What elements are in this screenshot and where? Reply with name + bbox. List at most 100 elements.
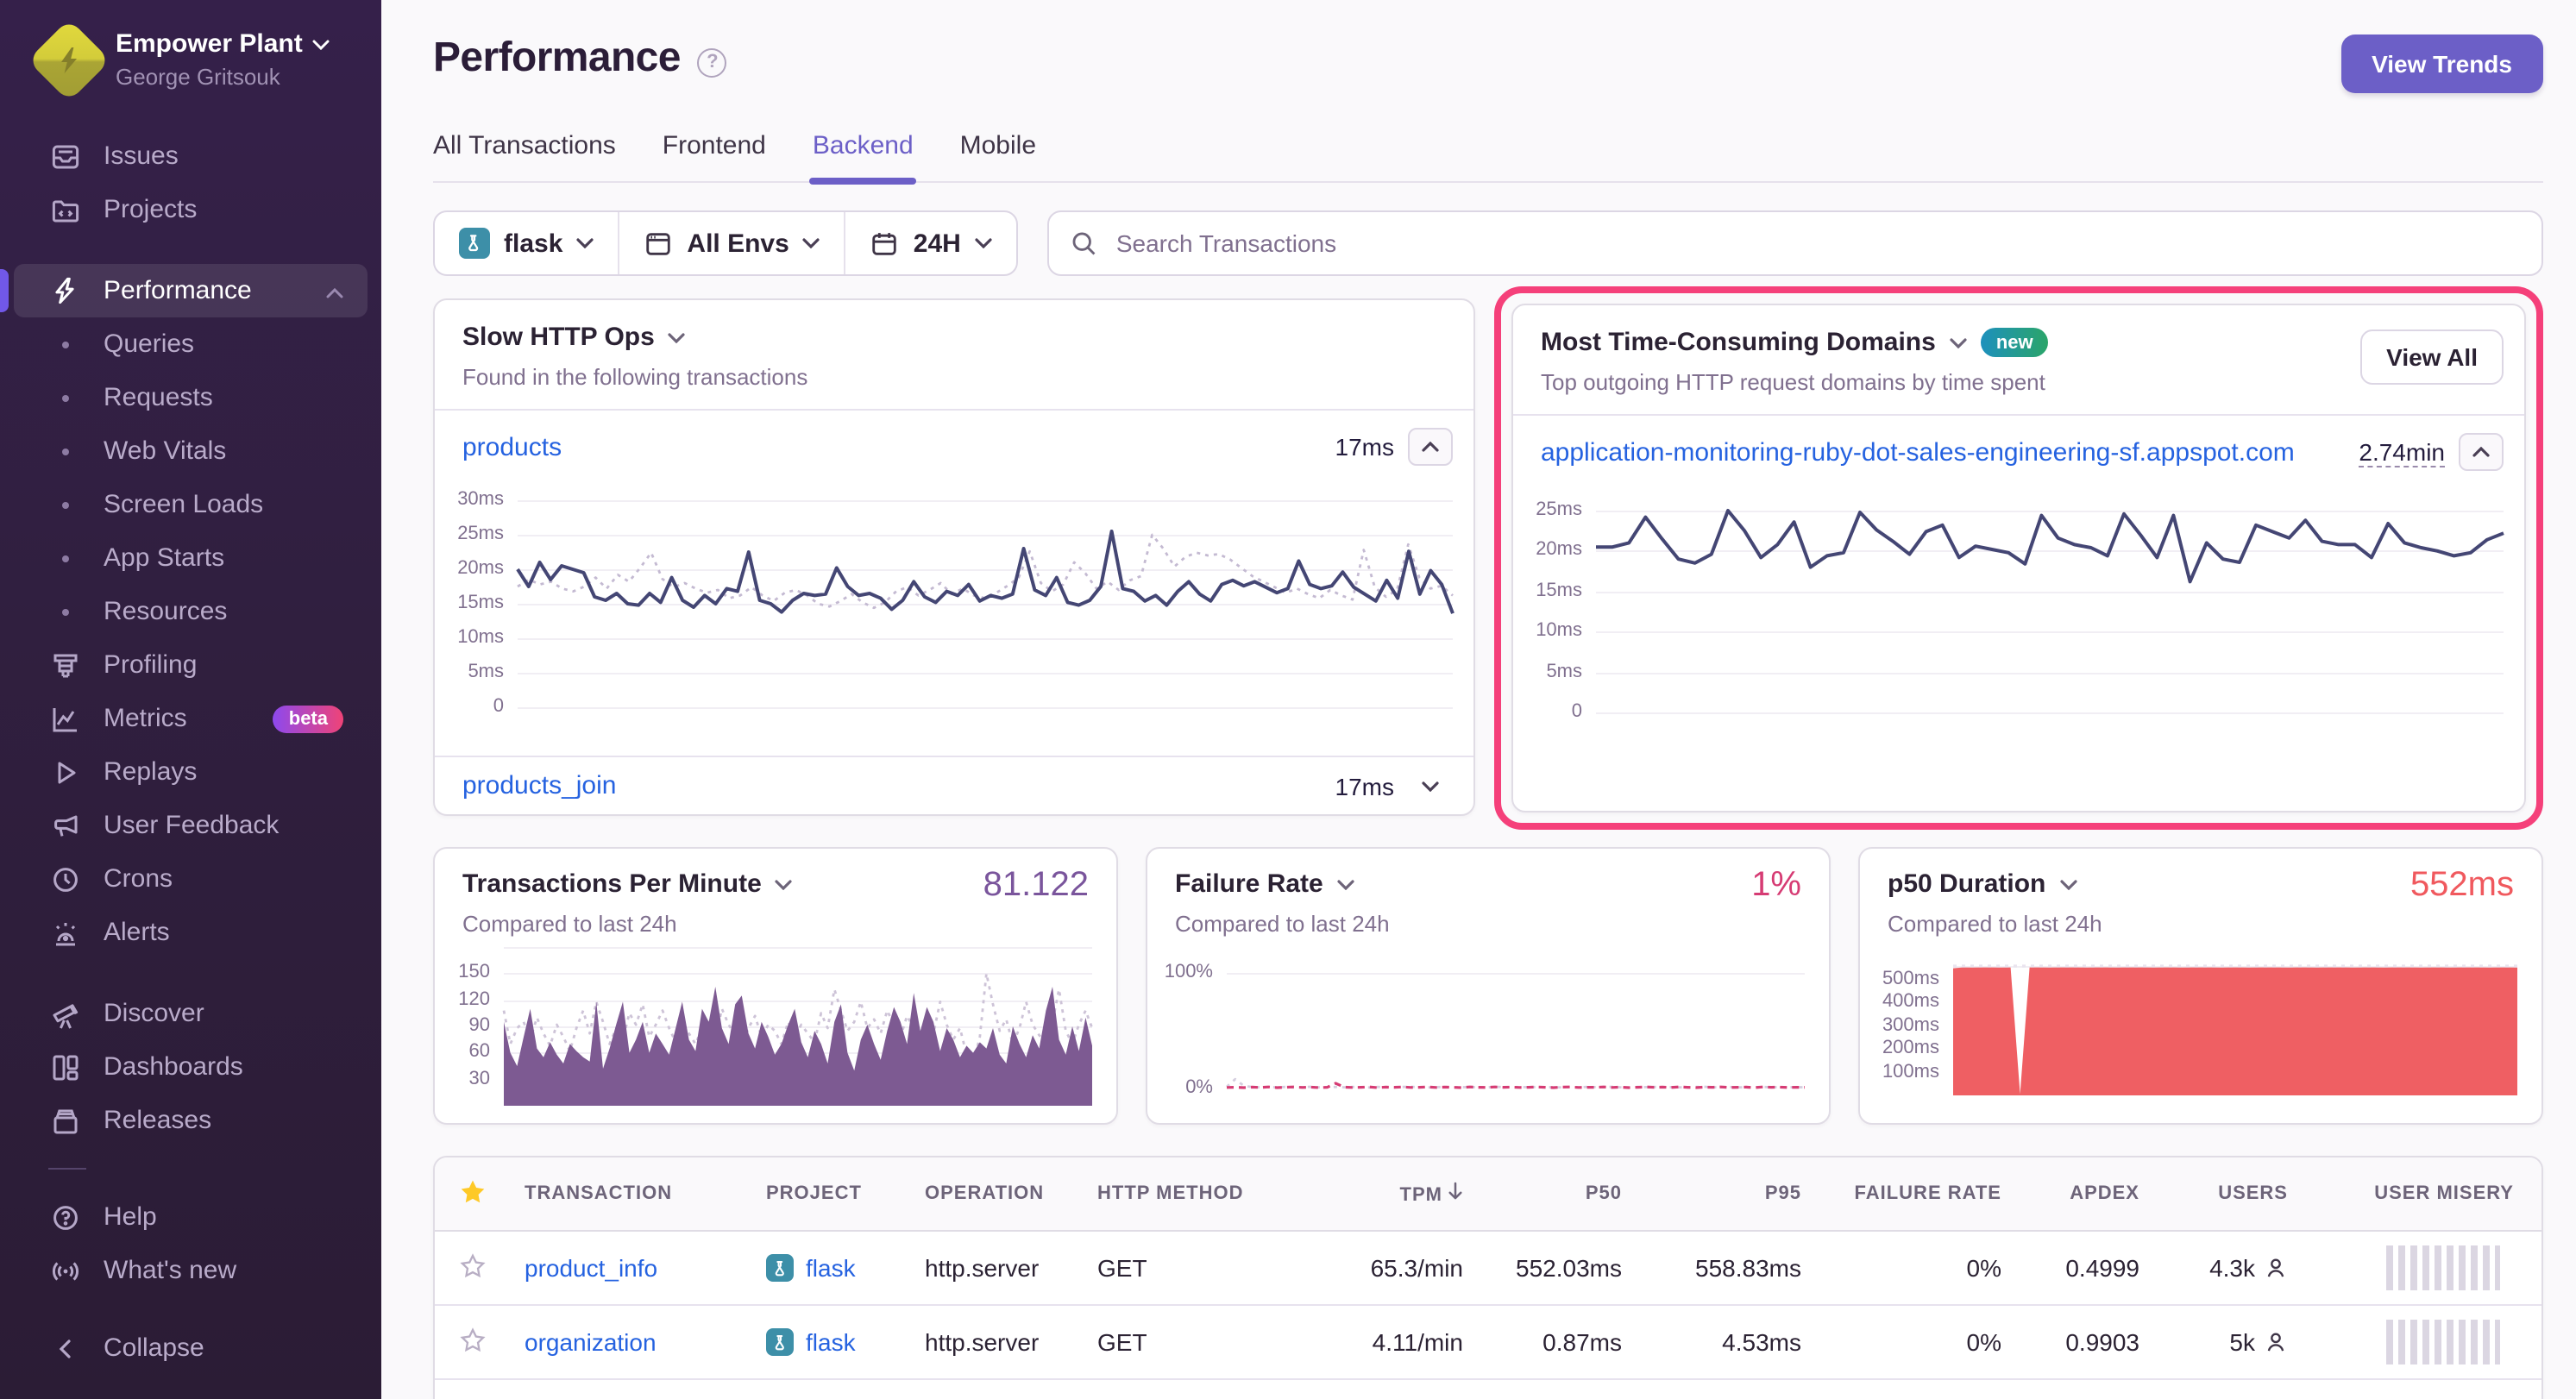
slow-http-ops-widget: Slow HTTP Ops Found in the following tra… (433, 298, 1475, 816)
col-failure-rate[interactable]: FAILURE RATE (1815, 1183, 2015, 1204)
tab-mobile[interactable]: Mobile (960, 131, 1036, 181)
col-users[interactable]: USERS (2153, 1183, 2302, 1204)
sidebar-item-label: Replays (104, 757, 197, 787)
sidebar-item-screen-loads[interactable]: Screen Loads (14, 478, 368, 531)
sidebar-item-discover[interactable]: Discover (14, 987, 368, 1040)
failure-rate-title-dropdown[interactable]: Failure Rate (1175, 869, 1801, 899)
user-icon (2264, 1330, 2288, 1354)
widget-title: Transactions Per Minute (462, 869, 762, 899)
transaction-link[interactable]: product_info (525, 1254, 657, 1282)
project-link[interactable]: flask (806, 1254, 856, 1282)
col-transaction[interactable]: TRANSACTION (511, 1183, 752, 1204)
performance-icon (48, 276, 81, 305)
sidebar-item-projects[interactable]: Projects (14, 183, 368, 236)
lightning-logo-icon (53, 45, 85, 76)
sidebar-item-label: Screen Loads (104, 490, 263, 519)
project-cell: flask (752, 1328, 911, 1356)
col-project[interactable]: PROJECT (752, 1183, 911, 1204)
sidebar-item-label: Alerts (104, 918, 170, 947)
tab-all-transactions[interactable]: All Transactions (433, 131, 616, 181)
sidebar-item-profiling[interactable]: Profiling (14, 638, 368, 692)
expand-row-button[interactable] (1408, 781, 1453, 791)
transaction-row-products-join: products_join 17ms (435, 757, 1473, 814)
widget-subtitle: Compared to last 24h (462, 911, 1089, 937)
chevron-down-icon (975, 238, 992, 248)
sidebar-item-issues[interactable]: Issues (14, 129, 368, 183)
domains-title-dropdown[interactable]: Most Time-Consuming Domains new (1541, 328, 2497, 357)
col-user-misery[interactable]: USER MISERY (2302, 1183, 2541, 1204)
tpm-widget: Transactions Per Minute Compared to last… (433, 847, 1118, 1125)
sidebar-item-requests[interactable]: Requests (14, 371, 368, 424)
failure-rate-chart: 100%0% (1158, 964, 1805, 1088)
chevron-down-icon (313, 41, 330, 51)
sidebar-item-label: Issues (104, 141, 179, 171)
active-indicator (0, 269, 9, 312)
star-toggle[interactable] (435, 1326, 511, 1358)
sidebar-item-whats-new[interactable]: What's new (14, 1244, 368, 1297)
p95-cell: 4.53ms (1636, 1328, 1815, 1356)
sidebar-item-performance[interactable]: Performance (14, 264, 368, 317)
star-column-header[interactable] (435, 1177, 511, 1210)
sidebar-item-web-vitals[interactable]: Web Vitals (14, 424, 368, 478)
help-circle-icon[interactable]: ? (698, 47, 727, 77)
highlight-outline: Most Time-Consuming Domains new Top outg… (1494, 286, 2543, 830)
sidebar-item-replays[interactable]: Replays (14, 745, 368, 799)
sidebar-item-dashboards[interactable]: Dashboards (14, 1040, 368, 1094)
col-p95[interactable]: P95 (1636, 1183, 1815, 1204)
star-outline-icon (459, 1252, 487, 1279)
col-http-method[interactable]: HTTP METHOD (1084, 1183, 1297, 1204)
beta-badge: beta (273, 705, 343, 732)
transaction-link[interactable]: organization (525, 1328, 657, 1356)
project-link[interactable]: flask (806, 1328, 856, 1356)
sidebar-item-releases[interactable]: Releases (14, 1094, 368, 1147)
transaction-link[interactable]: products (462, 432, 1322, 461)
view-trends-button[interactable]: View Trends (2340, 35, 2543, 93)
search-transactions-input[interactable] (1113, 228, 2521, 259)
col-apdex[interactable]: APDEX (2015, 1183, 2153, 1204)
sidebar-item-queries[interactable]: Queries (14, 317, 368, 371)
chevron-down-icon (1422, 781, 1439, 791)
p50-chart: 500ms400ms300ms200ms100ms (1870, 961, 2517, 1095)
star-toggle[interactable] (435, 1252, 511, 1284)
org-switcher[interactable]: Empower Plant George Gritsouk (0, 0, 381, 109)
bullet-icon (48, 394, 81, 401)
sidebar-item-label: Releases (104, 1106, 211, 1135)
sidebar: Empower Plant George Gritsouk Issues Pro… (0, 0, 381, 1399)
col-tpm-sorted[interactable]: TPM (1297, 1182, 1477, 1206)
http-method-cell: GET (1084, 1328, 1297, 1356)
chevron-down-icon (776, 879, 793, 889)
sidebar-item-resources[interactable]: Resources (14, 585, 368, 638)
domain-link[interactable]: application-monitoring-ruby-dot-sales-en… (1541, 437, 2345, 467)
flask-project-icon (459, 228, 490, 259)
time-spent-value[interactable]: 2.74min (2359, 437, 2445, 467)
sidebar-item-metrics[interactable]: Metrics beta (14, 692, 368, 745)
col-p50[interactable]: P50 (1477, 1183, 1636, 1204)
sidebar-item-help[interactable]: Help (14, 1190, 368, 1244)
collapse-row-button[interactable] (1408, 428, 1453, 466)
environment-filter[interactable]: All Envs (618, 212, 844, 274)
siren-icon (48, 917, 81, 948)
telescope-icon (48, 998, 81, 1029)
calendar-icon (870, 229, 900, 258)
date-range-filter[interactable]: 24H (845, 212, 1016, 274)
collapse-row-button[interactable] (2459, 433, 2504, 471)
slow-http-ops-title-dropdown[interactable]: Slow HTTP Ops (462, 323, 1446, 352)
domain-row: application-monitoring-ruby-dot-sales-en… (1513, 416, 2524, 488)
sidebar-item-user-feedback[interactable]: User Feedback (14, 799, 368, 852)
col-operation[interactable]: OPERATION (911, 1183, 1084, 1204)
sidebar-item-app-starts[interactable]: App Starts (14, 531, 368, 585)
transaction-link[interactable]: products_join (462, 771, 1322, 800)
sidebar-item-label: Web Vitals (104, 436, 226, 466)
p95-cell: 558.83ms (1636, 1254, 1815, 1282)
sidebar-item-crons[interactable]: Crons (14, 852, 368, 906)
sidebar-item-alerts[interactable]: Alerts (14, 906, 368, 959)
operation-cell: http.server (911, 1254, 1084, 1282)
sidebar-item-label: Queries (104, 329, 194, 359)
project-filter[interactable]: flask (435, 212, 618, 274)
view-all-button[interactable]: View All (2360, 329, 2504, 385)
tab-backend[interactable]: Backend (813, 131, 914, 181)
duration-value: 17ms (1335, 772, 1394, 800)
sidebar-collapse-button[interactable]: Collapse (14, 1321, 368, 1375)
tab-frontend[interactable]: Frontend (663, 131, 766, 181)
sidebar-divider (48, 1168, 86, 1170)
